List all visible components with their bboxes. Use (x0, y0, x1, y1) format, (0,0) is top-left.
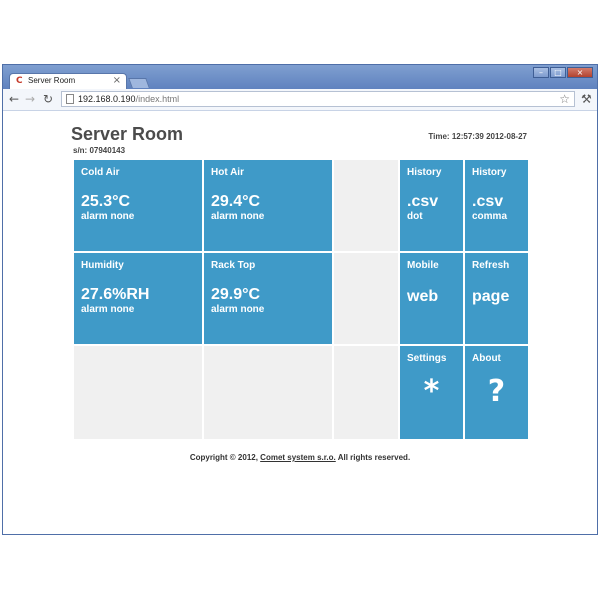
footer-prefix: Copyright © 2012, (189, 453, 261, 462)
tile-status: alarm none (81, 211, 135, 222)
tile-label: Settings (407, 353, 447, 364)
tile-mobile-web[interactable]: Mobile web (400, 253, 463, 344)
tile-value: .csv (472, 193, 504, 210)
tile-value: page (472, 288, 510, 305)
page-icon (66, 94, 74, 104)
tab-server-room[interactable]: C Server Room × (9, 73, 127, 89)
tile-value: .csv (407, 193, 439, 210)
serial-number: s/n: 07940143 (73, 146, 126, 155)
tile-label: Hot Air (211, 167, 244, 178)
minimize-button[interactable]: – (533, 67, 549, 78)
tile-empty (334, 346, 398, 439)
tile-label: Cold Air (81, 167, 120, 178)
tile-empty (204, 346, 332, 439)
tile-about[interactable]: About ? (465, 346, 528, 439)
browser-window: C Server Room × – □ × ← → ↻ 192.168.0.19… (2, 64, 598, 535)
url-text[interactable]: 192.168.0.190/index.html (78, 94, 179, 104)
favicon-icon: C (16, 76, 23, 86)
tile-value: web (407, 288, 439, 305)
browser-toolbar: ← → ↻ 192.168.0.190/index.html ☆ ⚒ (3, 89, 597, 111)
tile-history-comma[interactable]: History .csv comma (465, 160, 528, 251)
tile-sub: comma (472, 211, 508, 222)
tile-label: Refresh (472, 260, 510, 271)
page-content: Server Room s/n: 07940143 Time: 12:57:39… (3, 111, 597, 534)
forward-arrow-icon[interactable]: → (25, 92, 35, 106)
footer-company-link[interactable]: Comet system s.r.o. (260, 453, 336, 462)
question-mark-icon: ? (487, 374, 506, 409)
timestamp: Time: 12:57:39 2012-08-27 (428, 132, 527, 141)
tile-status: alarm none (211, 304, 265, 315)
tile-status: alarm none (211, 211, 265, 222)
tile-cold-air[interactable]: Cold Air 25.3°C alarm none (74, 160, 202, 251)
tile-value: 27.6%RH (81, 286, 150, 303)
back-arrow-icon[interactable]: ← (9, 92, 19, 106)
tile-label: About (472, 353, 501, 364)
tab-close-icon[interactable]: × (113, 75, 121, 87)
tile-sub: dot (407, 211, 423, 222)
tile-label: Rack Top (211, 260, 256, 271)
tile-label: Humidity (81, 260, 124, 271)
tile-label: History (407, 167, 442, 178)
bookmark-star-icon[interactable]: ☆ (559, 92, 570, 106)
tile-label: Mobile (407, 260, 439, 271)
tile-history-dot[interactable]: History .csv dot (400, 160, 463, 251)
tile-settings[interactable]: Settings * (400, 346, 463, 439)
tile-value: 29.4°C (211, 193, 261, 210)
maximize-button[interactable]: □ (550, 67, 566, 78)
footer-suffix: All rights reserved. (335, 453, 411, 462)
tile-empty (74, 346, 202, 439)
tile-empty (334, 160, 398, 251)
tile-rack-top[interactable]: Rack Top 29.9°C alarm none (204, 253, 332, 344)
tile-value: 29.9°C (211, 286, 261, 303)
address-bar[interactable]: 192.168.0.190/index.html ☆ (61, 91, 575, 107)
tile-empty (334, 253, 398, 344)
tile-label: History (472, 167, 507, 178)
window-controls: – □ × (532, 67, 593, 79)
tile-refresh-page[interactable]: Refresh page (465, 253, 528, 344)
reload-icon[interactable]: ↻ (43, 92, 53, 106)
footer-copyright: Copyright © 2012, Comet system s.r.o. Al… (3, 453, 597, 462)
tile-status: alarm none (81, 304, 135, 315)
new-tab-button[interactable] (128, 78, 150, 88)
tab-title: Server Room (28, 76, 76, 85)
tile-grid: Cold Air 25.3°C alarm none Hot Air 29.4°… (74, 160, 528, 439)
page-title: Server Room (71, 124, 184, 144)
tile-value: 25.3°C (81, 193, 131, 210)
title-bar: C Server Room × – □ × (3, 65, 597, 89)
tile-hot-air[interactable]: Hot Air 29.4°C alarm none (204, 160, 332, 251)
tile-humidity[interactable]: Humidity 27.6%RH alarm none (74, 253, 202, 344)
close-window-button[interactable]: × (567, 67, 593, 78)
wrench-icon[interactable]: ⚒ (581, 92, 592, 106)
asterisk-icon: * (423, 374, 440, 409)
